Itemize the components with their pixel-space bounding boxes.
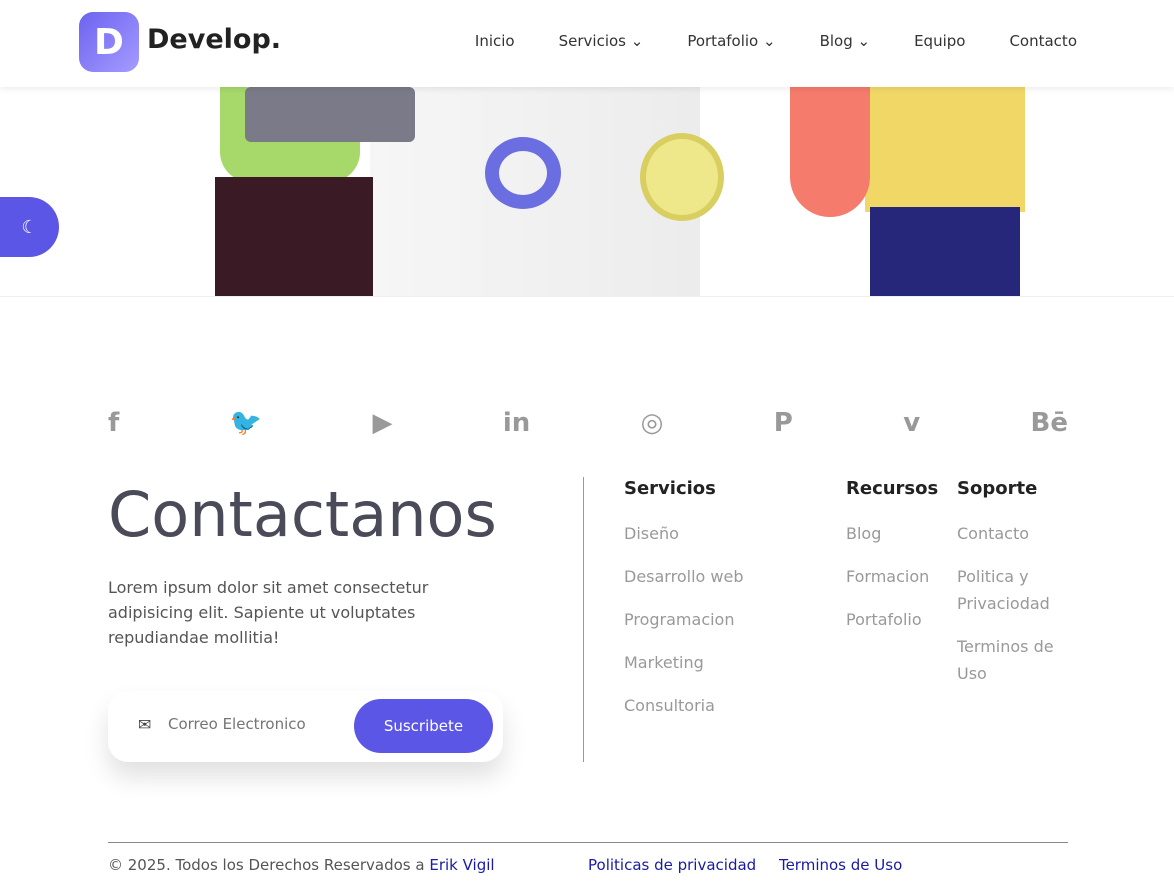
column-title: Servicios [624, 478, 716, 499]
facebook-icon[interactable]: f [108, 408, 119, 438]
nav-blog[interactable]: Blog ⌄ [820, 32, 871, 50]
logo-text[interactable]: Develop. [147, 24, 281, 55]
footer-link[interactable]: Programacion [624, 606, 743, 633]
social-links: f 🐦 ▶ in ◎ P v Bē [108, 408, 1068, 438]
footer-link[interactable]: Politica y Privaciodad [957, 563, 1072, 617]
footer-link[interactable]: Consultoria [624, 692, 743, 719]
nav-contacto[interactable]: Contacto [1009, 32, 1077, 50]
terms-link[interactable]: Terminos de Uso [779, 856, 902, 874]
column-soporte: Soporte Contacto Politica y Privaciodad … [957, 478, 1072, 703]
vimeo-icon[interactable]: v [903, 408, 920, 438]
youtube-icon[interactable]: ▶ [372, 408, 392, 438]
hero-illustration [0, 87, 1174, 297]
footer-link[interactable]: Desarrollo web [624, 563, 743, 590]
contact-title: Contactanos [108, 478, 497, 551]
copyright-text: © 2025. Todos los Derechos Reservados a [108, 856, 430, 874]
footer-link[interactable]: Formacion [846, 563, 938, 590]
footer-link[interactable]: Terminos de Uso [957, 633, 1072, 687]
main-nav: Inicio Servicios ⌄ Portafolio ⌄ Blog ⌄ E… [431, 32, 1077, 50]
column-recursos: Recursos Blog Formacion Portafolio [846, 478, 938, 649]
nav-portafolio[interactable]: Portafolio ⌄ [687, 32, 775, 50]
footer-link[interactable]: Blog [846, 520, 938, 547]
column-title: Soporte [957, 478, 1038, 499]
instagram-icon[interactable]: ◎ [641, 408, 664, 438]
dark-mode-toggle[interactable]: ☾ [0, 197, 59, 257]
legal-links: Politicas de privacidad Terminos de Uso [588, 856, 920, 874]
coin-icon [640, 133, 724, 221]
divider [583, 477, 584, 762]
footer-divider [108, 842, 1068, 843]
twitter-icon[interactable]: 🐦 [230, 408, 262, 438]
at-sign-icon [485, 137, 561, 209]
footer-link[interactable]: Diseño [624, 520, 743, 547]
nav-inicio[interactable]: Inicio [475, 32, 515, 50]
linkedin-icon[interactable]: in [503, 408, 530, 438]
pinterest-icon[interactable]: P [774, 408, 793, 438]
column-title: Recursos [846, 478, 939, 499]
moon-icon: ☾ [21, 216, 38, 238]
column-servicios: Servicios Diseño Desarrollo web Programa… [624, 478, 743, 735]
person-right-illustration [790, 87, 1062, 296]
nav-equipo[interactable]: Equipo [914, 32, 965, 50]
footer-link[interactable]: Contacto [957, 520, 1072, 547]
nav-servicios[interactable]: Servicios ⌄ [559, 32, 644, 50]
contact-description: Lorem ipsum dolor sit amet consectetur a… [108, 578, 429, 647]
subscribe-button[interactable]: Suscribete [354, 699, 493, 753]
email-input[interactable] [168, 715, 338, 733]
copyright: © 2025. Todos los Derechos Reservados a … [108, 856, 495, 874]
person-left-illustration [215, 87, 415, 296]
privacy-link[interactable]: Politicas de privacidad [588, 856, 756, 874]
logo-icon[interactable]: D [79, 12, 139, 72]
envelope-icon: ✉ [138, 715, 152, 734]
footer-link[interactable]: Portafolio [846, 606, 938, 633]
subscribe-form: ✉ Suscribete [108, 691, 503, 762]
behance-icon[interactable]: Bē [1031, 408, 1068, 438]
header: D Develop. Inicio Servicios ⌄ Portafolio… [0, 0, 1174, 87]
footer-link[interactable]: Marketing [624, 649, 743, 676]
author-link[interactable]: Erik Vigil [429, 856, 494, 874]
